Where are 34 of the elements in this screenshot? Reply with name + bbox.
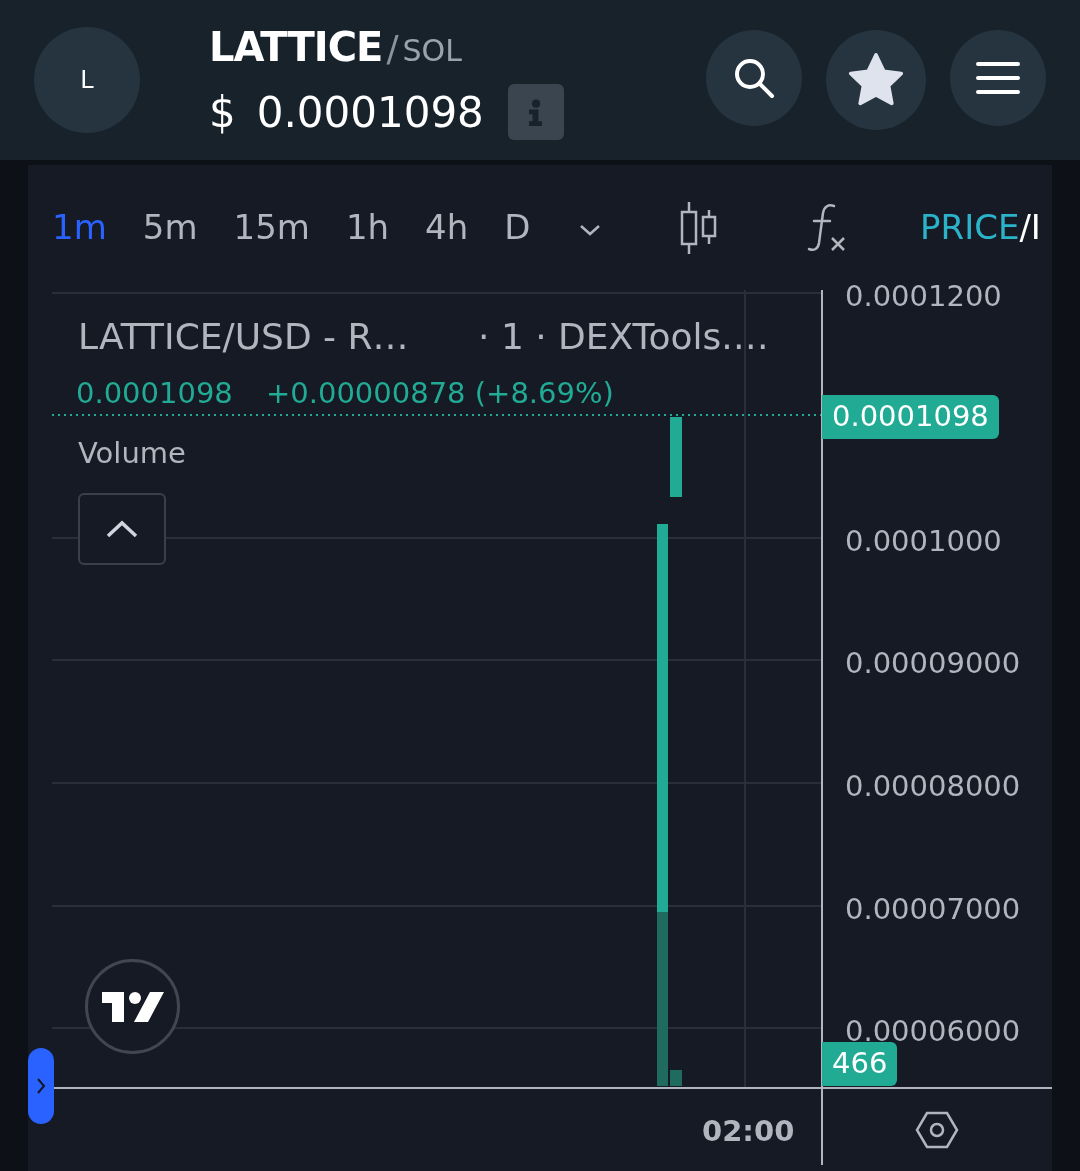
interval-tab[interactable]: 1h [345,202,408,253]
pair-separator: / [386,26,399,71]
price-axis-label: 0.00007000 [845,891,1021,928]
collapse-button[interactable] [78,493,166,565]
volume-label: Volume [78,435,186,472]
price-axis-label: 0.00009000 [845,645,1021,682]
price-axis-label: 0.00008000 [845,768,1021,805]
sidebar-toggle[interactable] [28,1048,54,1124]
price-axis-label: 0.0001200 [845,278,1002,315]
time-axis-label: 02:00 [702,1113,795,1150]
token-symbol: LATTICE [209,22,383,72]
volume-tag: 466 [822,1042,898,1086]
settings-icon [915,1110,959,1150]
last-price-tag: 0.0001098 [822,395,999,439]
interval-tab[interactable]: 5m [142,202,216,253]
price-axis-label: 0.0001000 [845,523,1002,560]
chevron-right-icon [36,1077,46,1095]
chart-settings-button[interactable] [915,1110,959,1150]
price-toggle[interactable]: PRICE/I [920,207,1041,247]
menu-icon [976,60,1020,96]
logo-icon [101,990,164,1023]
interval-tab[interactable]: 1m [52,202,125,253]
chevron-up-icon [105,519,139,539]
info-icon [529,98,543,126]
interval-tab[interactable]: D [504,202,549,253]
interval-tab[interactable]: 4h [425,202,487,253]
token-avatar: L [34,27,140,133]
ohlc-price: 0.0001098 [76,375,233,412]
quote-currency: SOL [402,31,462,70]
token-price: $ 0.0001098 [209,86,484,139]
price-change: +0.00000878 (+8.69%) [266,375,614,412]
chart-source: · 1 · DEXTools.… [478,315,769,359]
chart-title: LATTICE/USD - R… [78,315,409,359]
interval-tab[interactable]: 15m [233,202,328,253]
